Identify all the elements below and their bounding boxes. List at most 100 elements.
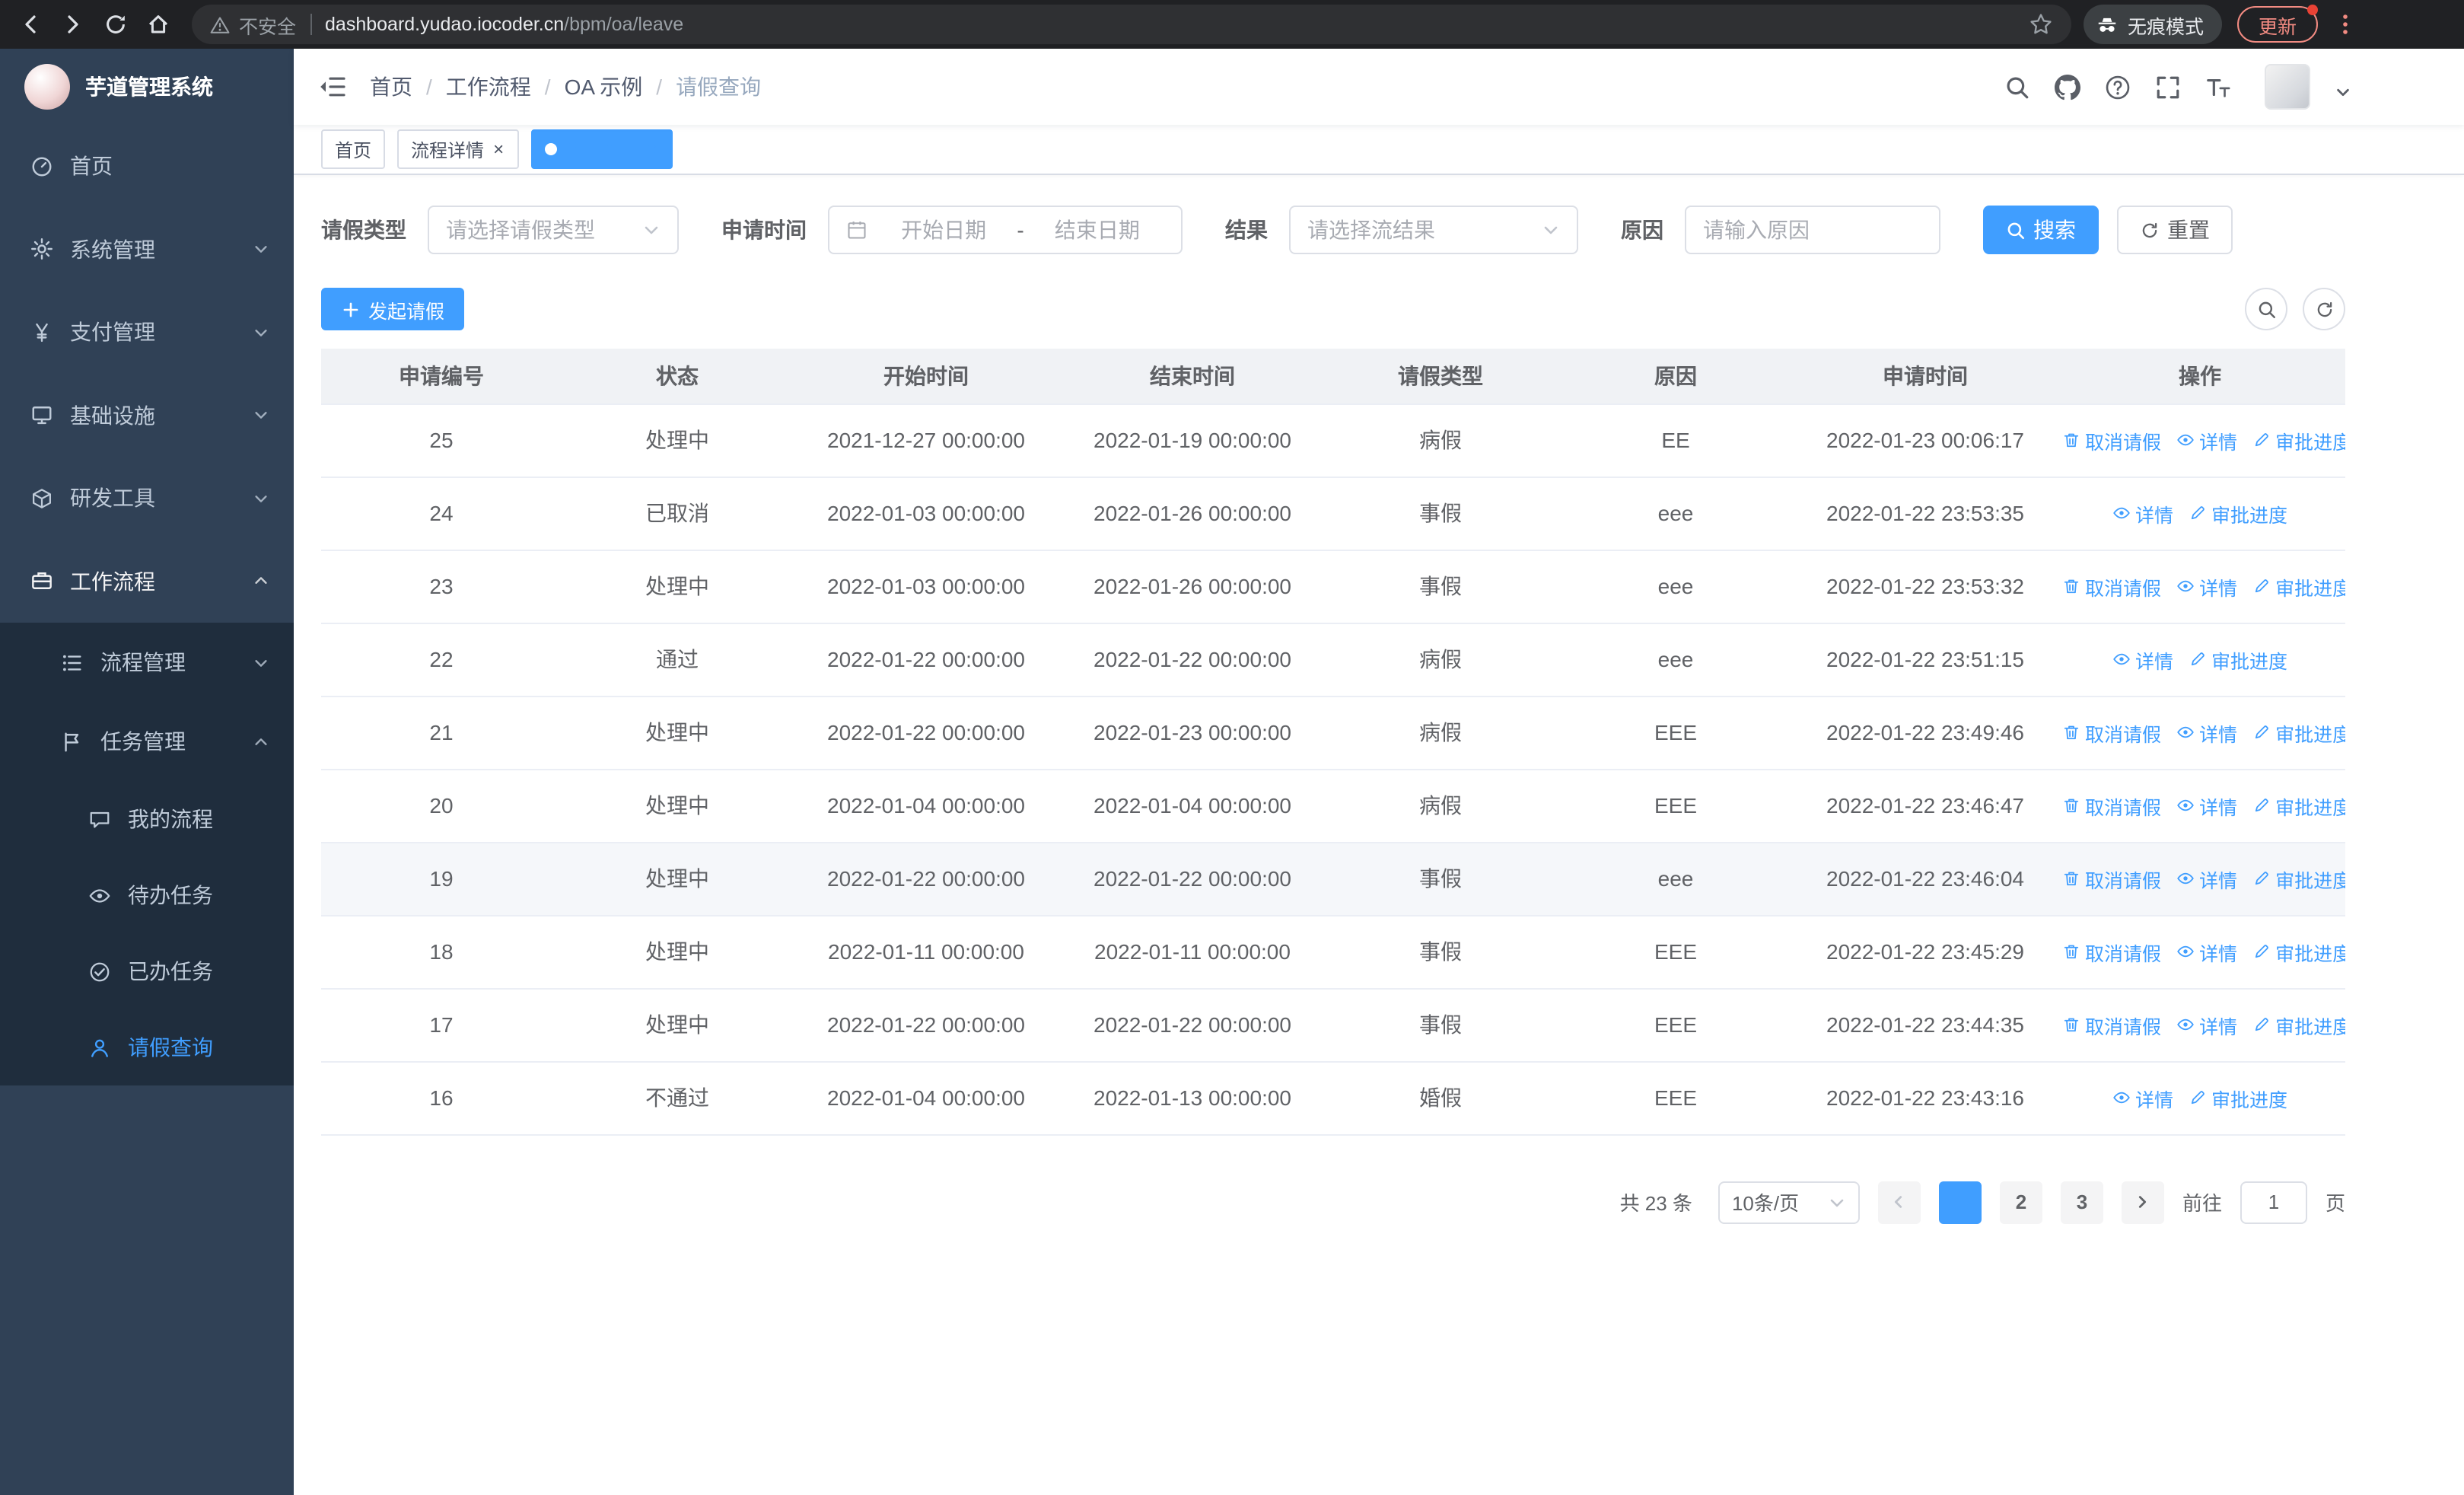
- sidebar-toggle-icon[interactable]: [294, 49, 370, 125]
- sidebar-item-task-management[interactable]: 任务管理: [0, 702, 294, 781]
- font-size-icon[interactable]: [2205, 74, 2231, 100]
- row-action-detail[interactable]: 详情: [2112, 1083, 2173, 1112]
- leave-table: 申请编号 状态 开始时间 结束时间 请假类型 原因 申请时间 操作 25 处理中…: [321, 349, 2345, 1135]
- row-action-detail[interactable]: 详情: [2112, 645, 2173, 674]
- row-action-cancel[interactable]: 取消请假: [2062, 864, 2161, 893]
- page-button-1[interactable]: 1: [1938, 1181, 1982, 1223]
- github-icon[interactable]: [2055, 74, 2080, 100]
- sidebar-item-todo-tasks[interactable]: 待办任务: [0, 857, 294, 933]
- refresh-table-button[interactable]: [2303, 288, 2345, 330]
- row-action-cancel[interactable]: 取消请假: [2062, 718, 2161, 747]
- row-action-detail[interactable]: 详情: [2176, 791, 2237, 820]
- row-action-cancel[interactable]: 取消请假: [2062, 791, 2161, 820]
- row-action-progress[interactable]: 审批进度: [2252, 791, 2345, 820]
- search-button[interactable]: 搜索: [1983, 206, 2099, 254]
- gear-icon: [30, 238, 53, 261]
- row-action-cancel[interactable]: 取消请假: [2062, 937, 2161, 966]
- row-action-detail[interactable]: 详情: [2176, 426, 2237, 454]
- active-tab-dot: [545, 143, 558, 155]
- next-page-button[interactable]: [2121, 1181, 2164, 1223]
- column-header-actions: 操作: [2055, 349, 2345, 404]
- row-action-progress[interactable]: 审批进度: [2189, 1083, 2287, 1112]
- browser-forward-icon[interactable]: [52, 3, 94, 46]
- row-action-cancel[interactable]: 取消请假: [2062, 572, 2161, 601]
- row-action-progress[interactable]: 审批进度: [2189, 499, 2287, 528]
- row-action-progress[interactable]: 审批进度: [2252, 1010, 2345, 1039]
- cell-start-time: 2022-01-11 00:00:00: [793, 915, 1059, 989]
- row-action-progress[interactable]: 审批进度: [2189, 645, 2287, 674]
- row-action-cancel[interactable]: 取消请假: [2062, 426, 2161, 454]
- row-action-progress[interactable]: 审批进度: [2252, 937, 2345, 966]
- chevron-down-icon[interactable]: [2335, 84, 2351, 100]
- browser-update-button[interactable]: 更新: [2236, 5, 2318, 43]
- sidebar-item-infrastructure[interactable]: 基础设施: [0, 374, 294, 457]
- result-select[interactable]: 请选择流结果: [1289, 206, 1578, 254]
- create-leave-button[interactable]: 发起请假: [321, 288, 465, 330]
- search-label: 搜索: [2033, 218, 2076, 242]
- row-action-detail[interactable]: 详情: [2176, 572, 2237, 601]
- page-button-2[interactable]: 2: [1999, 1181, 2042, 1223]
- bookmark-star-icon[interactable]: [2029, 12, 2053, 37]
- cell-leave-type: 事假: [1326, 988, 1555, 1062]
- row-action-progress[interactable]: 审批进度: [2252, 718, 2345, 747]
- row-action-progress[interactable]: 审批进度: [2252, 572, 2345, 601]
- edit-icon: [2252, 723, 2271, 741]
- goto-page-input[interactable]: [2240, 1181, 2307, 1223]
- reason-input[interactable]: [1685, 206, 1940, 254]
- sidebar-item-process-management[interactable]: 流程管理: [0, 623, 294, 702]
- user-avatar[interactable]: [2265, 64, 2310, 110]
- sidebar-item-my-processes[interactable]: 我的流程: [0, 781, 294, 857]
- cell-status: 通过: [562, 623, 793, 696]
- sidebar-item-dev-tools[interactable]: 研发工具: [0, 457, 294, 540]
- address-bar[interactable]: 不安全 dashboard.yudao.iocoder.cn/bpm/oa/le…: [192, 5, 2071, 44]
- sidebar-item-home[interactable]: 首页: [0, 125, 294, 208]
- reset-label: 重置: [2167, 218, 2210, 242]
- breadcrumb-item[interactable]: OA 示例: [565, 72, 643, 102]
- tab-home[interactable]: 首页: [321, 129, 386, 169]
- sidebar-item-payment-management[interactable]: 支付管理: [0, 291, 294, 374]
- toggle-search-button[interactable]: [2245, 288, 2287, 330]
- sidebar-item-workflow[interactable]: 工作流程: [0, 540, 294, 623]
- page-size-select[interactable]: 10条/页: [1717, 1181, 1860, 1223]
- view-icon: [2176, 431, 2195, 449]
- browser-home-icon[interactable]: [137, 3, 180, 46]
- tab-leave-query[interactable]: 请假查询 ×: [531, 129, 673, 169]
- close-icon[interactable]: ×: [645, 140, 659, 158]
- reset-button[interactable]: 重置: [2117, 206, 2233, 254]
- search-icon[interactable]: [2004, 74, 2030, 100]
- row-action-cancel[interactable]: 取消请假: [2062, 1010, 2161, 1039]
- browser-menu-icon[interactable]: [2333, 12, 2357, 37]
- tab-process-detail[interactable]: 流程详情 ×: [397, 129, 520, 169]
- close-icon[interactable]: ×: [492, 140, 505, 158]
- row-action-detail[interactable]: 详情: [2112, 499, 2173, 528]
- column-header-reason: 原因: [1555, 349, 1796, 404]
- omnibox-divider: [310, 14, 312, 35]
- incognito-icon: [2096, 13, 2119, 36]
- browser-reload-icon[interactable]: [94, 3, 137, 46]
- breadcrumb-item[interactable]: 工作流程: [446, 72, 531, 102]
- row-action-progress[interactable]: 审批进度: [2252, 864, 2345, 893]
- date-range-picker[interactable]: 开始日期 - 结束日期: [828, 206, 1183, 254]
- page-button-3[interactable]: 3: [2060, 1181, 2103, 1223]
- leave-type-select[interactable]: 请选择请假类型: [428, 206, 679, 254]
- row-action-progress[interactable]: 审批进度: [2252, 426, 2345, 454]
- help-icon[interactable]: [2105, 74, 2131, 100]
- chevron-down-icon: [642, 221, 661, 239]
- table-toolbar: 发起请假: [321, 288, 2345, 330]
- row-action-detail[interactable]: 详情: [2176, 937, 2237, 966]
- sidebar-item-system-management[interactable]: 系统管理: [0, 208, 294, 291]
- breadcrumb-item[interactable]: 首页: [370, 72, 412, 102]
- row-action-detail[interactable]: 详情: [2176, 718, 2237, 747]
- fullscreen-icon[interactable]: [2155, 74, 2181, 100]
- sidebar-item-done-tasks[interactable]: 已办任务: [0, 933, 294, 1009]
- cell-leave-type: 病假: [1326, 769, 1555, 843]
- browser-controls: 无痕模式 更新: [2083, 5, 2455, 44]
- browser-back-icon[interactable]: [9, 3, 52, 46]
- row-action-detail[interactable]: 详情: [2176, 864, 2237, 893]
- row-action-detail[interactable]: 详情: [2176, 1010, 2237, 1039]
- prev-page-button[interactable]: [1877, 1181, 1921, 1223]
- cell-actions: 取消请假 详情 审批进度: [2055, 988, 2345, 1062]
- table-row: 20 处理中 2022-01-04 00:00:00 2022-01-04 00…: [321, 769, 2345, 843]
- app-logo[interactable]: 芋道管理系统: [0, 49, 294, 125]
- sidebar-item-leave-query[interactable]: 请假查询: [0, 1009, 294, 1085]
